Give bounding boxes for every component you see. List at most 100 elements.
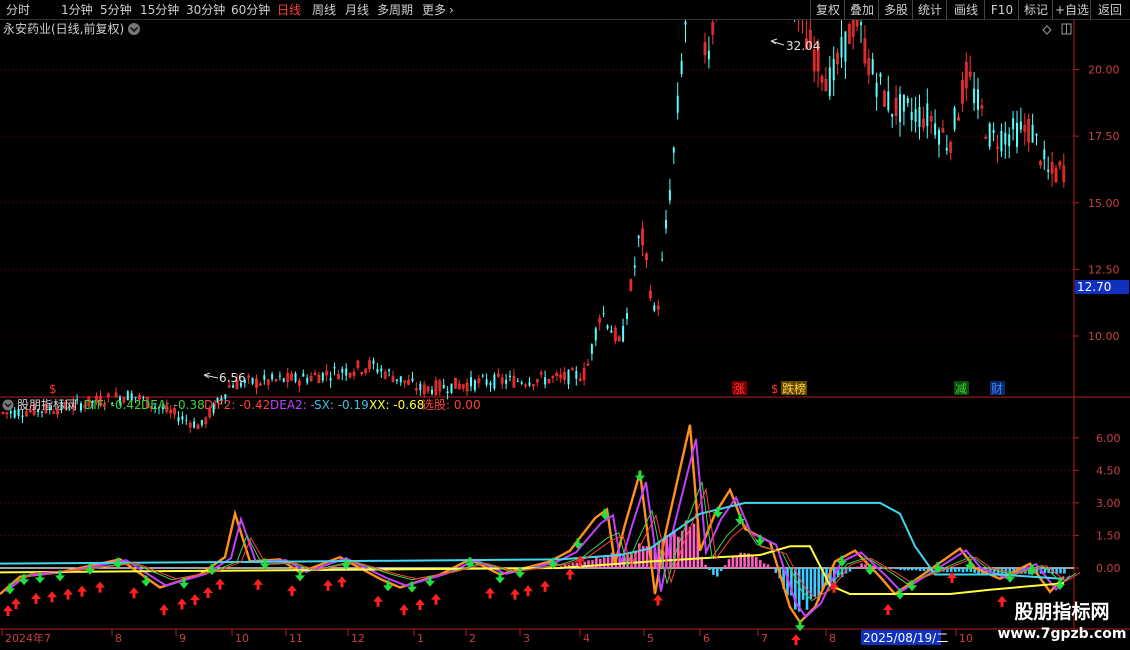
macd-histogram <box>560 519 1066 612</box>
candle-body <box>516 380 519 382</box>
period-tab-daily[interactable]: 日线 <box>277 1 301 19</box>
price-tick-label: 10.00 <box>1088 330 1120 343</box>
period-tab-more[interactable]: 更多 <box>422 1 446 19</box>
candle-body <box>80 403 82 411</box>
candle-body <box>594 328 597 341</box>
date-tick-label: 8 <box>115 632 122 645</box>
candle-body <box>1043 149 1046 160</box>
period-tab-multi[interactable]: 多周期 <box>377 1 413 19</box>
candle-body <box>505 379 508 384</box>
candle-body <box>282 378 285 382</box>
date-tick-label: 3 <box>523 632 530 645</box>
indicator-name: 股朋指标网 <box>17 397 77 412</box>
candle-body <box>1008 134 1011 147</box>
high-price-label: 32.04 <box>786 39 820 53</box>
candle-body <box>1012 118 1015 130</box>
candle-body <box>610 330 613 333</box>
title-dropdown-icon[interactable] <box>128 23 140 35</box>
candle-body <box>668 190 671 201</box>
histogram-bar <box>903 568 906 571</box>
candle-body <box>470 377 472 387</box>
legend-xuangu: 选股: 0.00 <box>422 398 481 412</box>
histogram-bar <box>899 568 902 571</box>
histogram-bar <box>766 564 770 568</box>
candle-body <box>263 375 266 380</box>
candle-body <box>906 98 909 104</box>
indicator-grid <box>0 437 1074 569</box>
add-watchlist-button[interactable]: +自选 <box>1052 0 1091 20</box>
date-tick-label: 7 <box>761 632 768 645</box>
candle-body <box>1016 122 1018 147</box>
period-tab-60min[interactable]: 60分钟 <box>231 1 270 19</box>
candle-body <box>871 59 874 74</box>
watermark: 股朋指标网 www.7gpzb.com <box>997 601 1126 642</box>
period-tab-monthly[interactable]: 月线 <box>345 1 369 19</box>
candle-body <box>879 73 882 77</box>
histogram-bar <box>891 568 895 569</box>
histogram-bar <box>591 560 594 568</box>
buy-arrow <box>415 599 425 611</box>
candle-body <box>442 384 445 389</box>
mark-button[interactable]: 标记 <box>1018 0 1053 20</box>
more-arrow-icon[interactable]: › <box>449 1 454 19</box>
histogram-bar <box>953 568 957 572</box>
candle-body <box>633 265 636 268</box>
draw-line-button[interactable]: 画线 <box>946 0 985 20</box>
buy-arrow <box>177 598 187 610</box>
candle-body <box>489 382 492 386</box>
chart-area[interactable]: 30.0027.5025.0022.5020.0017.5015.0012.50… <box>0 20 1130 650</box>
fuquan-button[interactable]: 复权 <box>810 0 845 20</box>
indicator-dropdown-icon[interactable] <box>2 399 14 411</box>
date-axis: 2024年7 8 9 10 11 12 1 2 3 4 5 6 7 8 10 <box>1 629 973 645</box>
candle-body <box>485 379 488 385</box>
histogram-bar <box>860 563 863 568</box>
buy-arrow <box>653 594 663 606</box>
period-tab-1min[interactable]: 1分钟 <box>61 1 93 19</box>
period-tab-timeshare[interactable]: 分时 <box>6 1 30 19</box>
overlay-button[interactable]: 叠加 <box>844 0 879 20</box>
buy-arrow <box>3 605 13 617</box>
period-tab-15min[interactable]: 15分钟 <box>140 1 179 19</box>
histogram-bar <box>708 568 711 571</box>
candle-body <box>653 305 656 311</box>
watermark-url: www.7gpzb.com <box>997 626 1126 642</box>
buy-arrow <box>540 580 550 592</box>
histogram-bar <box>712 568 715 575</box>
date-tick-label: 8 <box>829 632 836 645</box>
sell-arrow <box>141 575 151 587</box>
period-tab-5min[interactable]: 5分钟 <box>100 1 132 19</box>
histogram-bar <box>922 568 926 572</box>
period-tab-weekly[interactable]: 周线 <box>312 1 336 19</box>
candle-body <box>953 107 956 130</box>
period-tab-30min[interactable]: 30分钟 <box>186 1 225 19</box>
candle-body <box>9 411 12 414</box>
f10-button[interactable]: F10 <box>984 0 1019 20</box>
candle-body <box>333 366 336 369</box>
buy-arrow <box>77 585 87 597</box>
buy-arrow <box>431 593 441 605</box>
date-tick-label: 2 <box>469 632 476 645</box>
statistics-button[interactable]: 统计 <box>912 0 947 20</box>
candle-body <box>684 21 687 25</box>
diamond-icon[interactable] <box>1042 25 1052 35</box>
panel-frames <box>0 20 1130 630</box>
buy-arrow <box>399 604 409 616</box>
candle-body <box>988 123 991 147</box>
candle-body <box>399 376 402 383</box>
candle-body <box>1035 133 1038 136</box>
multi-stock-button[interactable]: 多股 <box>878 0 913 20</box>
histogram-bar <box>751 555 754 568</box>
candle-body <box>13 410 16 418</box>
candle-body <box>1047 169 1050 172</box>
candle-body <box>626 313 628 319</box>
buy-arrow <box>253 578 263 590</box>
histogram-bar <box>719 568 723 572</box>
candle-body <box>910 111 913 121</box>
candle-body <box>520 382 523 384</box>
date-tick-label: 2024年7 <box>5 631 51 645</box>
back-button[interactable]: 返回 <box>1090 0 1129 20</box>
event-marker-limit-up: 涨 <box>733 381 745 396</box>
candle-body <box>622 325 625 342</box>
buy-arrow <box>287 585 297 597</box>
candle-body <box>450 383 453 393</box>
